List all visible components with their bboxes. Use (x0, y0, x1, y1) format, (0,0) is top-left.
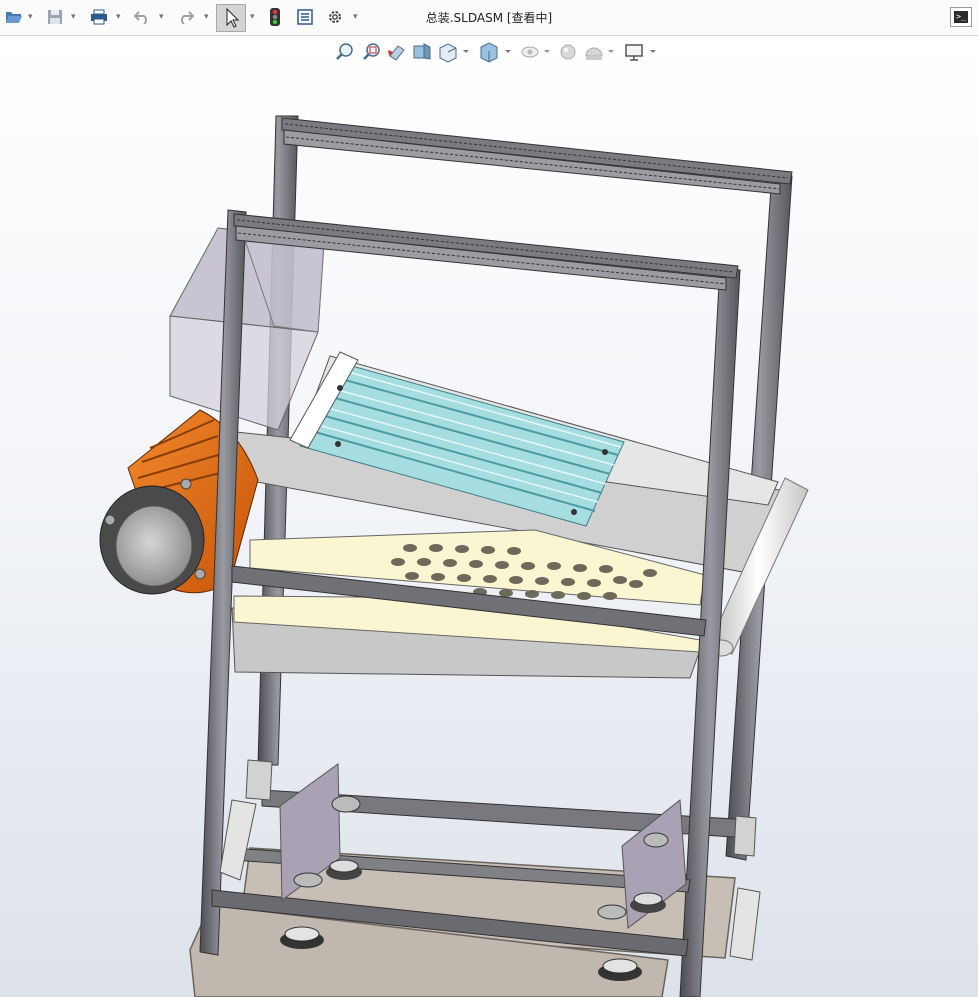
properties-icon (297, 9, 313, 25)
save-icon (48, 10, 62, 24)
assembly-model[interactable] (0, 36, 978, 997)
open-dropdown-arrow[interactable]: ▾ (28, 12, 33, 22)
print-button[interactable] (88, 5, 110, 29)
gear-icon (329, 11, 341, 23)
traffic-light-icon (270, 8, 280, 26)
undo-icon (134, 11, 147, 24)
print-dropdown-arrow[interactable]: ▾ (116, 12, 121, 22)
folder-open-icon (6, 12, 22, 23)
select-dropdown-arrow[interactable]: ▾ (250, 12, 255, 22)
feed-hopper[interactable] (169, 227, 325, 431)
save-dropdown-arrow[interactable]: ▾ (71, 12, 76, 22)
terminal-button[interactable]: >_ (950, 7, 972, 27)
options-dropdown-arrow[interactable]: ▾ (353, 12, 358, 22)
file-properties-button[interactable] (294, 5, 316, 29)
options-button[interactable] (324, 5, 346, 29)
terminal-icon: >_ (954, 11, 968, 23)
redo-dropdown-arrow[interactable]: ▾ (204, 12, 209, 22)
redo-button[interactable] (175, 5, 197, 29)
open-file-button[interactable] (3, 5, 25, 29)
printer-icon (91, 9, 107, 25)
undo-dropdown-arrow[interactable]: ▾ (159, 12, 164, 22)
cursor-icon (226, 7, 240, 28)
redo-icon (181, 11, 194, 24)
undo-button[interactable] (131, 5, 153, 29)
select-button[interactable] (216, 4, 246, 32)
rebuild-button[interactable] (266, 5, 284, 29)
save-button[interactable] (44, 5, 66, 29)
title-bar: ▾ ▾ ▾ ▾ ▾ ▾ ▾ 总装.SLDASM [查看中] >_ (0, 0, 978, 36)
